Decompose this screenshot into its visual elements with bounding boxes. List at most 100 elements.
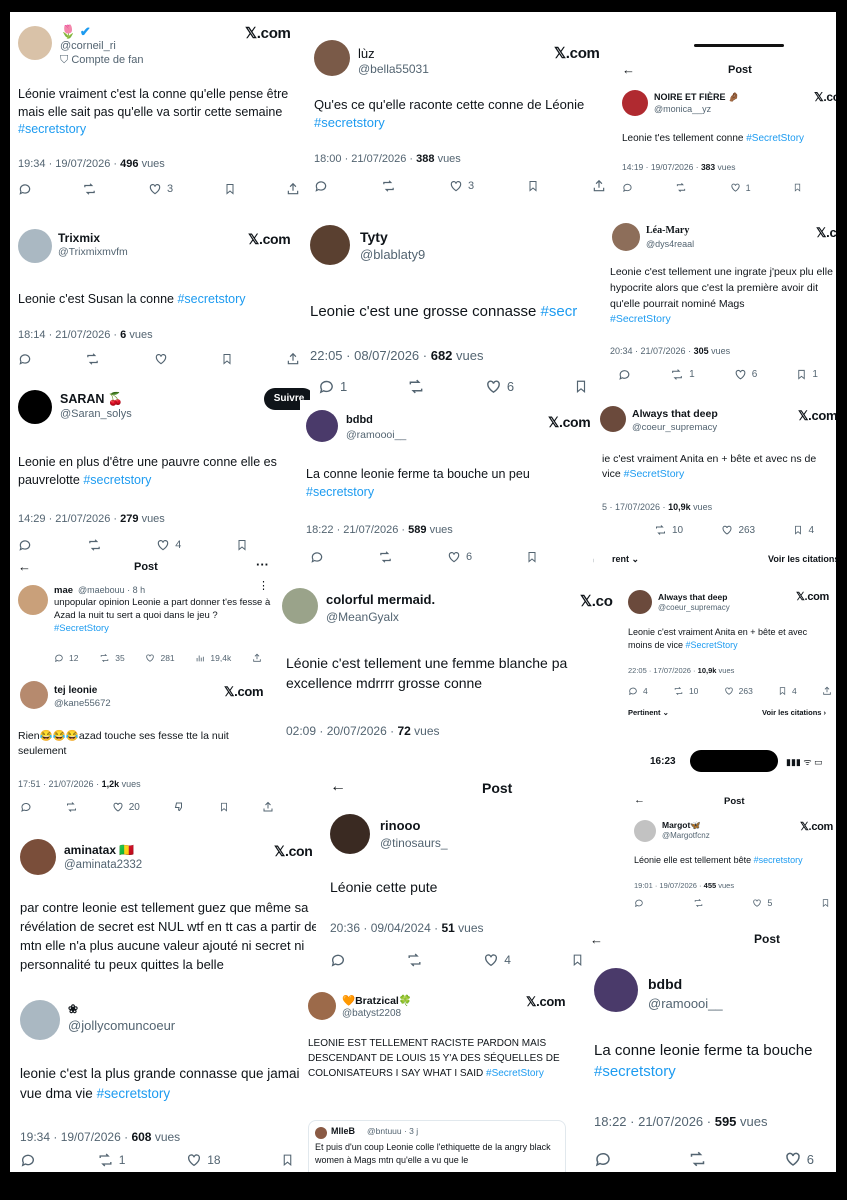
hashtag-link[interactable]: #secretstory xyxy=(18,122,86,136)
bookmark-icon[interactable] xyxy=(526,550,538,564)
tweet-card-tyty[interactable]: Tyty @blablaty9 Leonie c'est une grosse … xyxy=(310,217,610,402)
back-arrow-icon[interactable]: ← xyxy=(18,559,31,574)
reply-icon[interactable] xyxy=(18,182,32,196)
avatar[interactable] xyxy=(18,585,48,615)
reply-icon[interactable] xyxy=(18,352,32,366)
hashtag-link[interactable]: #secretstory xyxy=(83,473,151,487)
like-icon[interactable]: 4 xyxy=(156,538,181,552)
like-icon[interactable]: 3 xyxy=(449,179,474,193)
hashtag-link[interactable]: #SecretStory xyxy=(686,640,738,650)
tweet-card-lea-mary[interactable]: Léa-Mary @dys4reaal 𝕏.com Leonie c'est t… xyxy=(610,217,836,402)
reply-icon[interactable] xyxy=(618,368,631,381)
tweet-card-saran[interactable]: SARAN 🍒 @Saran_solys Suivre Leonie en pl… xyxy=(10,372,310,562)
tweet-card-trixmix[interactable]: Trixmix @Trixmixmvfm 𝕏.com Leonie c'est … xyxy=(10,217,310,372)
reply-icon[interactable] xyxy=(594,1150,612,1168)
retweet-icon[interactable] xyxy=(85,352,100,366)
back-arrow-icon[interactable]: ← xyxy=(330,778,346,796)
share-icon[interactable] xyxy=(286,182,300,196)
retweet-icon[interactable]: 1 xyxy=(97,1152,125,1168)
sort-dropdown[interactable]: rent ⌄ xyxy=(612,554,639,565)
hashtag-link[interactable]: #secretstory xyxy=(306,485,374,499)
retweet-icon[interactable]: 10 xyxy=(654,524,683,536)
avatar[interactable] xyxy=(18,229,52,263)
share-icon[interactable] xyxy=(262,801,274,813)
reply-icon[interactable] xyxy=(310,550,324,564)
tweet-card-bratzical[interactable]: 🧡Bratzical🍀 @batyst2208 𝕏.com LEONIE EST… xyxy=(300,980,582,1172)
hashtag-link[interactable]: #secr xyxy=(541,303,578,320)
retweet-icon[interactable] xyxy=(688,1150,707,1168)
avatar[interactable] xyxy=(308,992,336,1020)
tweet-card-noire[interactable]: ← Post NOIRE ET FIÈRE 🤌🏾 @monica__yz 𝕏.c… xyxy=(610,12,836,217)
avatar[interactable] xyxy=(600,406,626,432)
tweet-card-corneil[interactable]: 🌷 ✔ @corneil_ri ⛉ Compte de fan 𝕏.com Lé… xyxy=(10,12,310,217)
back-arrow-icon[interactable]: ← xyxy=(634,794,645,806)
tweet-card-aminatax[interactable]: aminatax 🇲🇱 @aminata2332 𝕏.con par contr… xyxy=(10,827,316,995)
view-quotes-link[interactable]: Voir les citations › xyxy=(762,708,826,717)
reply-icon[interactable]: 4 xyxy=(628,686,648,696)
avatar[interactable] xyxy=(20,1000,60,1040)
hashtag-link[interactable]: #SecretStory xyxy=(746,133,804,144)
reply-icon[interactable] xyxy=(330,952,346,968)
avatar[interactable] xyxy=(622,90,648,116)
retweet-icon[interactable] xyxy=(82,182,97,196)
like-icon[interactable]: 5 xyxy=(752,898,772,908)
more-icon[interactable]: ⋮ xyxy=(258,579,269,592)
like-icon[interactable]: 6 xyxy=(784,1150,814,1168)
avatar[interactable] xyxy=(330,814,370,854)
hashtag-link[interactable]: #secretstory xyxy=(594,1063,676,1080)
back-arrow-icon[interactable]: ← xyxy=(622,62,635,77)
like-icon[interactable] xyxy=(154,352,168,366)
retweet-icon[interactable]: 35 xyxy=(99,653,125,663)
bookmark-icon[interactable]: 4 xyxy=(778,686,797,696)
retweet-icon[interactable] xyxy=(406,952,423,968)
share-icon[interactable] xyxy=(252,653,262,663)
avatar[interactable] xyxy=(310,225,350,265)
share-icon[interactable] xyxy=(592,179,606,193)
bookmark-icon[interactable] xyxy=(221,352,233,366)
reply-icon[interactable] xyxy=(20,801,32,813)
tweet-card-bdbd-1[interactable]: bdbd @ramoooi__ 𝕏.com La conne leonie fe… xyxy=(300,400,606,580)
reply-icon[interactable]: 12 xyxy=(54,653,78,663)
bookmark-icon[interactable] xyxy=(219,801,229,813)
bookmark-icon[interactable]: 4 xyxy=(793,524,814,536)
avatar[interactable] xyxy=(18,390,52,424)
view-quotes-link[interactable]: Voir les citations xyxy=(768,554,836,564)
retweet-icon[interactable] xyxy=(381,179,396,193)
hashtag-link[interactable]: #secretstory xyxy=(97,1086,171,1101)
like-icon[interactable]: 18 xyxy=(186,1152,221,1168)
hashtag-link[interactable]: #SecretStory xyxy=(624,468,685,480)
retweet-icon[interactable] xyxy=(407,378,425,395)
avatar[interactable] xyxy=(612,223,640,251)
bookmark-icon[interactable] xyxy=(821,898,830,908)
hashtag-link[interactable]: #SecretStory xyxy=(54,623,109,634)
share-icon[interactable] xyxy=(822,686,832,696)
tweet-card-margot[interactable]: 16:23 ▮▮▮ ᯤ ▭ ← Post Margot🦋 @Margotfcnz… xyxy=(594,748,836,938)
reply-icon[interactable]: 1 xyxy=(318,378,347,395)
retweet-icon[interactable]: 10 xyxy=(673,686,698,696)
hashtag-link[interactable]: #secretstory xyxy=(177,292,245,306)
reply-icon[interactable] xyxy=(18,538,32,552)
hashtag-link[interactable]: #SecretStory xyxy=(610,313,671,325)
retweet-icon[interactable] xyxy=(675,182,687,193)
retweet-icon[interactable] xyxy=(87,538,102,552)
like-icon[interactable]: 263 xyxy=(724,686,753,696)
more-icon[interactable]: ··· xyxy=(256,557,269,572)
tweet-card-bdbd-2[interactable]: ← Post bdbd @ramoooi__ La conne leonie f… xyxy=(582,934,836,1172)
like-icon[interactable]: 6 xyxy=(734,368,757,381)
like-icon[interactable]: 6 xyxy=(485,378,514,395)
avatar[interactable] xyxy=(594,968,638,1012)
tweet-card-always-deep-1[interactable]: Always that deep @coeur_supremacy 𝕏.com … xyxy=(594,402,836,582)
bookmark-icon[interactable]: 1 xyxy=(796,368,818,381)
bookmark-icon[interactable] xyxy=(527,179,539,193)
avatar[interactable] xyxy=(628,590,652,614)
retweet-icon[interactable] xyxy=(693,898,704,908)
retweet-icon[interactable]: 1 xyxy=(670,368,695,381)
like-icon[interactable]: 1 xyxy=(730,182,751,193)
bookmark-icon[interactable] xyxy=(236,538,248,552)
avatar[interactable] xyxy=(306,410,338,442)
like-icon[interactable]: 281 xyxy=(145,653,175,663)
hashtag-link[interactable]: #SecretStory xyxy=(486,1068,544,1079)
dislike-icon[interactable] xyxy=(173,801,185,813)
hashtag-link[interactable]: #secretstory xyxy=(754,855,803,865)
tweet-card-mermaid[interactable]: colorful mermaid. @MeanGyalx 𝕏.co Léonie… xyxy=(274,582,614,772)
